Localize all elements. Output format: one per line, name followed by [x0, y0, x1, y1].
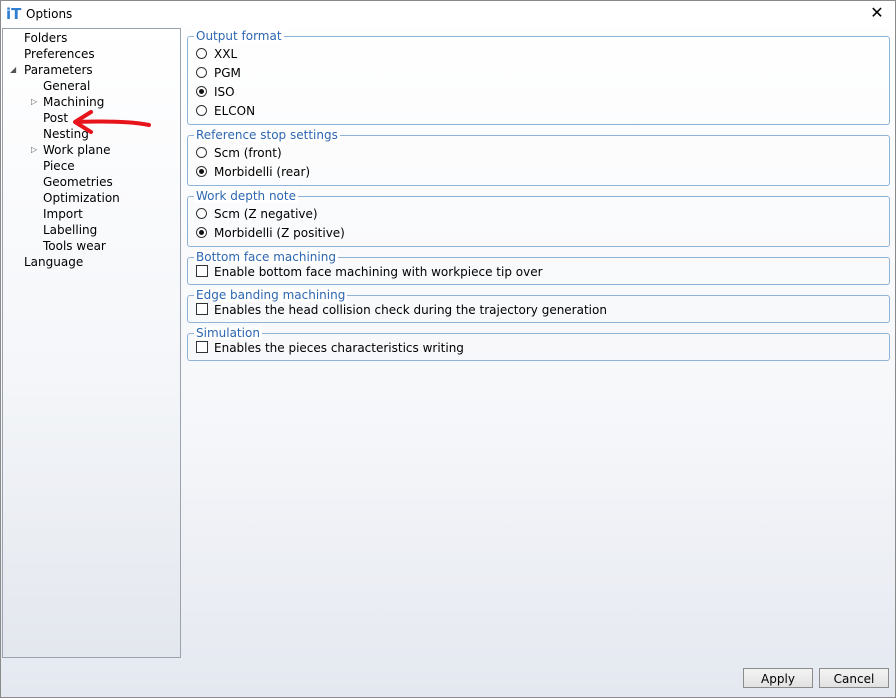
group-legend: Work depth note: [194, 189, 298, 203]
tree-item-label: Import: [43, 207, 83, 221]
tree-item-label: Work plane: [43, 143, 111, 157]
annotation-arrow-icon: [73, 110, 151, 134]
radio-button[interactable]: [196, 105, 207, 116]
group-legend: Output format: [194, 29, 284, 43]
tree-item-post[interactable]: Post: [43, 110, 68, 126]
tree-item-language[interactable]: Language: [24, 254, 83, 270]
checkbox[interactable]: [196, 265, 208, 277]
expand-triangle-icon[interactable]: ▷: [31, 94, 37, 110]
radio-label: Morbidelli (rear): [214, 165, 311, 179]
title-bar: iT Options ✕: [1, 1, 895, 27]
radio-button-selected[interactable]: [196, 166, 207, 177]
checkbox-label: Enables the pieces characteristics writi…: [214, 341, 464, 355]
radio-button[interactable]: [196, 208, 207, 219]
close-button[interactable]: ✕: [867, 3, 887, 23]
radio-label: ELCON: [214, 104, 256, 118]
tree-item-label: Post: [43, 111, 69, 125]
radio-button-selected[interactable]: [196, 86, 207, 97]
group-legend: Simulation: [194, 326, 262, 340]
window-title: Options: [26, 7, 73, 21]
options-window: iT Options ✕ Folders Preferences ◢ Param…: [0, 0, 896, 698]
tree-item-label: General: [43, 79, 91, 93]
radio-button[interactable]: [196, 48, 207, 59]
tree-item-label: Labelling: [43, 223, 98, 237]
tree-item-label: Parameters: [24, 63, 93, 77]
checkbox[interactable]: [196, 341, 208, 353]
work-depth-group: Work depth note Scm (Z negative) Morbide…: [187, 189, 890, 247]
tree-item-label: Machining: [43, 95, 105, 109]
group-legend: Edge banding machining: [194, 288, 348, 302]
tree-item-tools-wear[interactable]: Tools wear: [43, 238, 106, 254]
tree-item-general[interactable]: General: [43, 78, 90, 94]
collapse-triangle-icon[interactable]: ◢: [10, 62, 16, 78]
tree-item-label: Optimization: [43, 191, 120, 205]
tree-item-piece[interactable]: Piece: [43, 158, 75, 174]
radio-label: Scm (Z negative): [214, 207, 318, 221]
reference-stop-group: Reference stop settings Scm (front) Morb…: [187, 128, 890, 186]
radio-label: ISO: [214, 85, 235, 99]
radio-label: Morbidelli (Z positive): [214, 226, 345, 240]
tree-item-preferences[interactable]: Preferences: [24, 46, 95, 62]
tree-item-label: Preferences: [24, 47, 95, 61]
edge-banding-group: Edge banding machining Enables the head …: [187, 288, 890, 323]
tree-item-labelling[interactable]: Labelling: [43, 222, 97, 238]
radio-label: XXL: [214, 47, 238, 61]
checkbox-label: Enable bottom face machining with workpi…: [214, 265, 543, 279]
radio-button[interactable]: [196, 67, 207, 78]
cancel-button[interactable]: Cancel: [819, 668, 889, 688]
tree-item-parameters[interactable]: Parameters: [24, 62, 93, 78]
simulation-group: Simulation Enables the pieces characteri…: [187, 326, 890, 361]
checkbox[interactable]: [196, 303, 208, 315]
tree-item-label: Folders: [24, 31, 68, 45]
radio-label: Scm (front): [214, 146, 282, 160]
tree-item-folders[interactable]: Folders: [24, 30, 67, 46]
tree-item-machining[interactable]: Machining: [43, 94, 104, 110]
checkbox-label: Enables the head collision check during …: [214, 303, 607, 317]
radio-label: PGM: [214, 66, 241, 80]
tree-item-label: Tools wear: [43, 239, 106, 253]
group-legend: Reference stop settings: [194, 128, 340, 142]
tree-item-label: Piece: [43, 159, 75, 173]
tree-item-label: Geometries: [43, 175, 113, 189]
group-legend: Bottom face machining: [194, 250, 338, 264]
bottom-face-group: Bottom face machining Enable bottom face…: [187, 250, 890, 285]
output-format-group: Output format XXL PGM ISO ELCON: [187, 29, 890, 125]
tree-item-work-plane[interactable]: Work plane: [43, 142, 111, 158]
apply-button[interactable]: Apply: [743, 668, 813, 688]
tree-item-geometries[interactable]: Geometries: [43, 174, 113, 190]
app-logo-icon: iT: [6, 5, 22, 23]
tree-item-label: Language: [24, 255, 84, 269]
radio-button-selected[interactable]: [196, 227, 207, 238]
radio-button[interactable]: [196, 147, 207, 158]
tree-item-import[interactable]: Import: [43, 206, 83, 222]
expand-triangle-icon[interactable]: ▷: [31, 142, 37, 158]
tree-item-optimization[interactable]: Optimization: [43, 190, 120, 206]
